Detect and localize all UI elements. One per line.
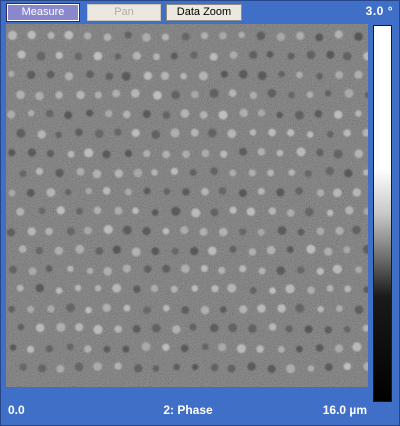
channel-label: 2: Phase <box>163 403 213 417</box>
afm-viewer-window: Measure Pan Data Zoom 3.0 ° 0.0 2: Phase… <box>0 0 400 426</box>
toolbar: Measure Pan Data Zoom <box>6 3 387 22</box>
pan-button[interactable]: Pan <box>87 4 161 21</box>
phase-image[interactable] <box>6 24 368 387</box>
measure-button[interactable]: Measure <box>6 3 80 22</box>
x-scale-max-label: 16.0 µm <box>322 403 367 417</box>
footer: 0.0 2: Phase 16.0 µm <box>7 403 369 419</box>
colorbar-max-label: 3.0 ° <box>365 4 393 18</box>
data-zoom-button[interactable]: Data Zoom <box>166 4 242 21</box>
scale-bar-strip <box>1 387 399 401</box>
colorbar <box>373 25 392 402</box>
